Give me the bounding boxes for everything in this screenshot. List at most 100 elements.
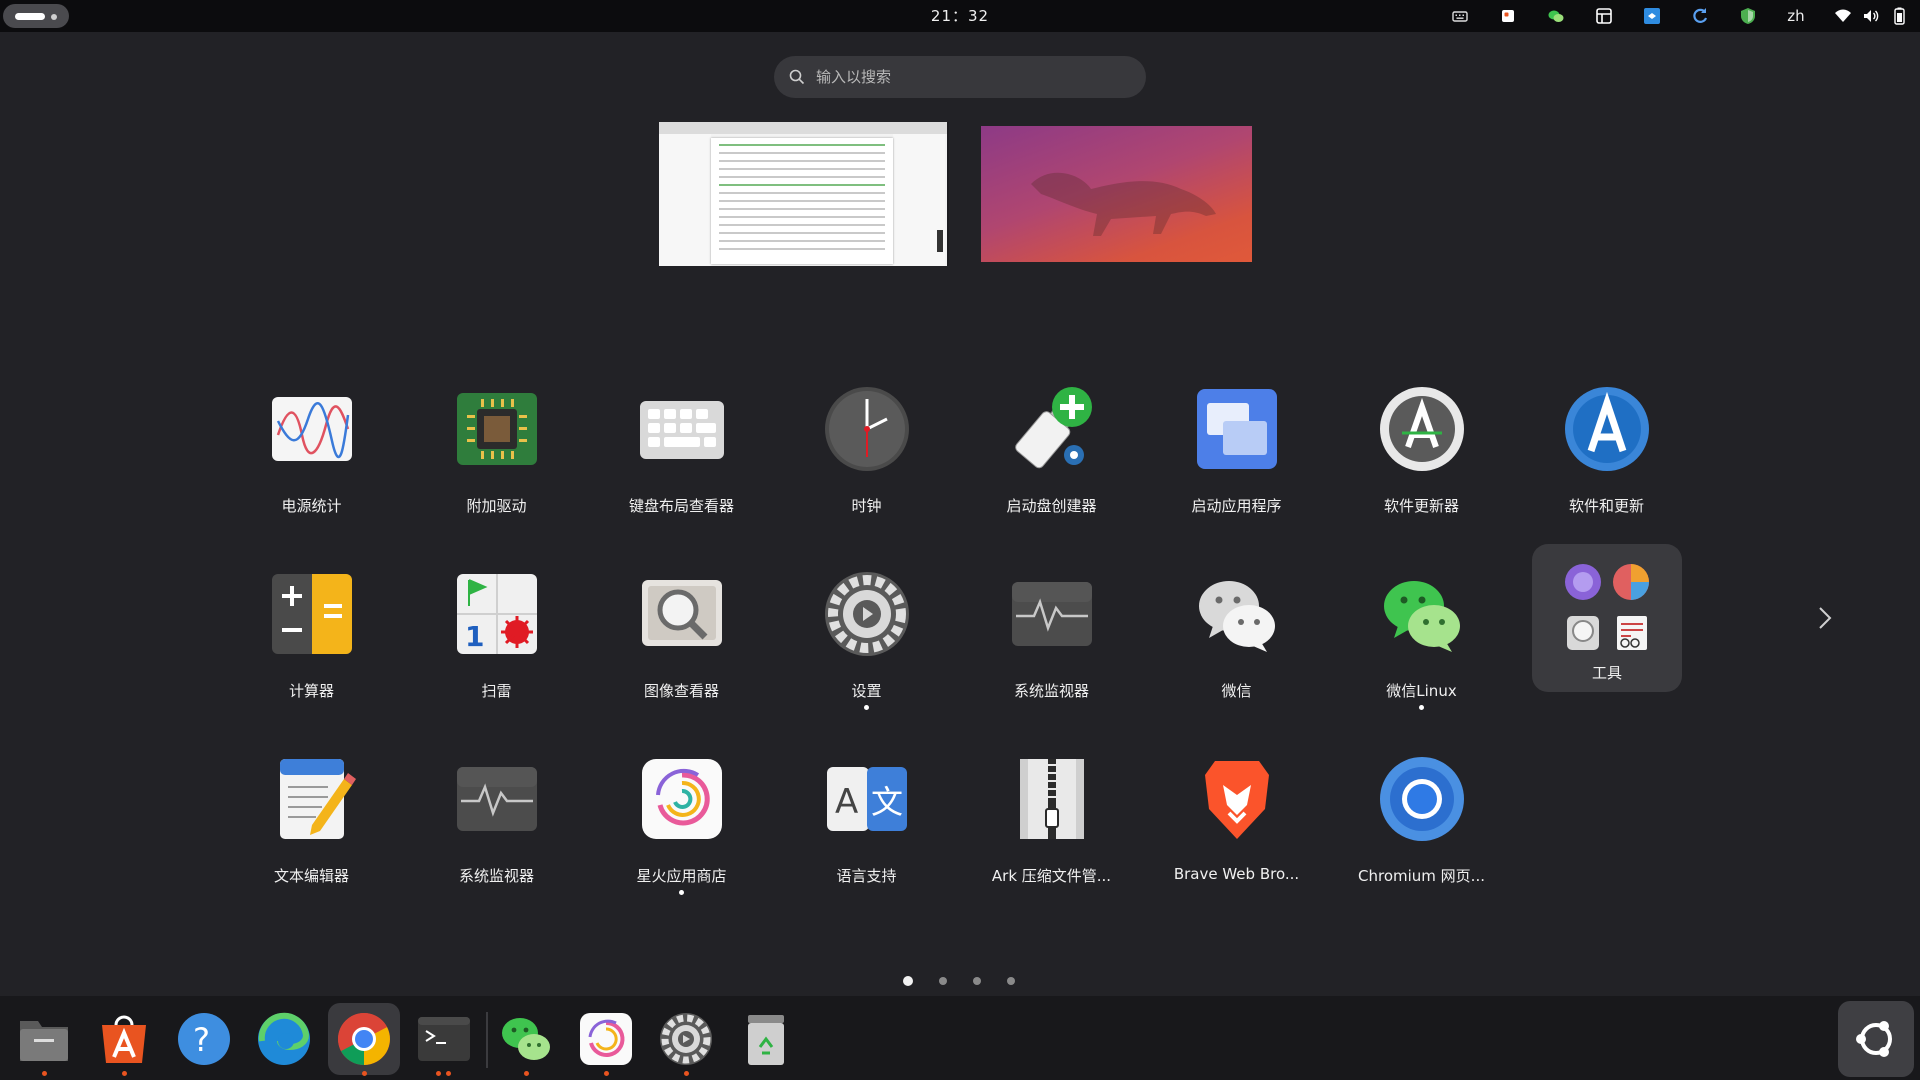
shield-icon[interactable] <box>1724 0 1772 32</box>
wechat-linux-icon <box>1378 570 1466 658</box>
dock-item-spark-store[interactable] <box>570 1003 642 1075</box>
app-mines[interactable]: 1 扫雷 <box>404 552 589 722</box>
app-calculator[interactable]: 计算器 <box>219 552 404 722</box>
window-preview-toolbar <box>659 122 947 134</box>
dock-item-wechat[interactable] <box>490 1003 562 1075</box>
settings-icon <box>823 570 911 658</box>
vscode-tray-icon[interactable] <box>1628 0 1676 32</box>
dock-item-files[interactable] <box>8 1003 80 1075</box>
app-settings[interactable]: 设置 <box>774 552 959 722</box>
app-brave[interactable]: Brave Web Bro... <box>1144 737 1329 907</box>
app-label: 时钟 <box>851 497 882 515</box>
spark-store-icon <box>638 755 726 843</box>
terminal-icon <box>418 1017 470 1061</box>
app-keyboard-layout[interactable]: 键盘布局查看器 <box>589 367 774 537</box>
refresh-icon[interactable] <box>1676 0 1724 32</box>
show-applications-button[interactable] <box>1838 1001 1914 1077</box>
app-label: 文本编辑器 <box>273 867 349 885</box>
workspace-thumbnail-2[interactable] <box>981 126 1252 262</box>
running-indicator <box>362 1071 367 1076</box>
spark-store-dock-icon <box>580 1013 632 1065</box>
page-indicator-4[interactable] <box>1007 977 1015 985</box>
app-label: Chromium 网页... <box>1358 867 1485 885</box>
app-spark-store[interactable]: 星火应用商店 <box>589 737 774 907</box>
text-editor-icon <box>268 755 356 843</box>
app-system-monitor-2[interactable]: 系统监视器 <box>404 737 589 907</box>
app-label: 工具 <box>1591 664 1622 682</box>
note-icon[interactable] <box>1484 0 1532 32</box>
dock-item-chrome[interactable] <box>328 1003 400 1075</box>
page-indicator-1[interactable] <box>903 976 913 986</box>
language-support-icon: A文 <box>823 755 911 843</box>
tools-folder-icon <box>1558 560 1656 656</box>
app-label: 附加驱动 <box>466 497 527 515</box>
startup-disk-creator-icon <box>1008 385 1096 473</box>
wechat-dock-icon <box>502 1018 550 1060</box>
running-indicator <box>679 890 684 895</box>
page-indicator-3[interactable] <box>973 977 981 985</box>
app-ark-archiver[interactable]: Ark 压缩文件管... <box>959 737 1144 907</box>
trash-icon <box>748 1015 784 1065</box>
help-icon: ? <box>178 1013 230 1065</box>
window-preview-document[interactable] <box>659 122 947 266</box>
app-language-support[interactable]: A文 语言支持 <box>774 737 959 907</box>
keyboard-layout-icon <box>638 385 726 473</box>
clock-icon <box>823 385 911 473</box>
input-method-indicator[interactable]: zh <box>1772 0 1820 32</box>
dock-separator <box>486 1012 488 1068</box>
app-label: 扫雷 <box>481 682 512 700</box>
dock-item-help[interactable]: ? <box>168 1003 240 1075</box>
running-indicator <box>604 1071 609 1076</box>
app-wechat-linux[interactable]: 微信Linux <box>1329 552 1514 722</box>
app-folder-tools[interactable]: 工具 <box>1532 544 1682 692</box>
app-label: 软件更新器 <box>1383 497 1459 515</box>
app-chromium[interactable]: Chromium 网页... <box>1329 737 1514 907</box>
window-preview-page <box>711 138 893 264</box>
app-label: 软件和更新 <box>1568 497 1644 515</box>
ark-archiver-icon <box>1008 755 1096 843</box>
dock-item-trash[interactable] <box>730 1003 802 1075</box>
app-label: 系统监视器 <box>458 867 534 885</box>
dock-item-edge[interactable] <box>248 1003 320 1075</box>
dock-item-app-center[interactable] <box>88 1003 160 1075</box>
workspace-thumbnail-1[interactable] <box>659 122 949 266</box>
app-label: 计算器 <box>288 682 334 700</box>
app-wechat[interactable]: 微信 <box>1144 552 1329 722</box>
system-status-menu[interactable] <box>1834 7 1908 25</box>
app-additional-drivers[interactable]: 附加驱动 <box>404 367 589 537</box>
app-image-viewer[interactable]: 图像查看器 <box>589 552 774 722</box>
dock-item-terminal[interactable] <box>408 1003 480 1075</box>
app-system-monitor[interactable]: 系统监视器 <box>959 552 1144 722</box>
edge-icon <box>258 1012 310 1065</box>
app-label: 系统监视器 <box>1013 682 1089 700</box>
keyboard-icon[interactable] <box>1436 0 1484 32</box>
app-clock[interactable]: 时钟 <box>774 367 959 537</box>
search-input[interactable] <box>816 68 1116 86</box>
screenshot-icon[interactable] <box>1580 0 1628 32</box>
startup-apps-icon <box>1193 385 1281 473</box>
search-field[interactable] <box>774 56 1146 98</box>
app-label: Brave Web Bro... <box>1173 865 1300 883</box>
activities-button[interactable] <box>3 4 69 28</box>
app-text-editor[interactable]: 文本编辑器 <box>219 737 404 907</box>
window-preview-sidebar <box>659 134 711 266</box>
svg-text:?: ? <box>193 1021 210 1059</box>
app-software-properties[interactable]: 软件和更新 <box>1514 367 1699 537</box>
app-label: 微信Linux <box>1386 682 1457 700</box>
app-startup-disk-creator[interactable]: 启动盘创建器 <box>959 367 1144 537</box>
running-indicator <box>42 1071 47 1076</box>
app-software-updater[interactable]: 软件更新器 <box>1329 367 1514 537</box>
running-indicator <box>684 1071 689 1076</box>
page-indicator-2[interactable] <box>939 977 947 985</box>
app-power-statistics[interactable]: 电源统计 <box>219 367 404 537</box>
ubuntu-logo-icon <box>1856 1021 1892 1057</box>
app-label: 微信 <box>1221 682 1252 700</box>
app-startup-applications[interactable]: 启动应用程序 <box>1144 367 1329 537</box>
dock-item-settings[interactable] <box>650 1003 722 1075</box>
brave-icon <box>1193 755 1281 843</box>
next-page-chevron-icon[interactable] <box>1812 600 1836 636</box>
app-label: 键盘布局查看器 <box>628 497 734 515</box>
wechat-tray-icon[interactable] <box>1532 0 1580 32</box>
input-method-label: zh <box>1787 7 1805 25</box>
system-monitor-icon <box>1008 570 1096 658</box>
